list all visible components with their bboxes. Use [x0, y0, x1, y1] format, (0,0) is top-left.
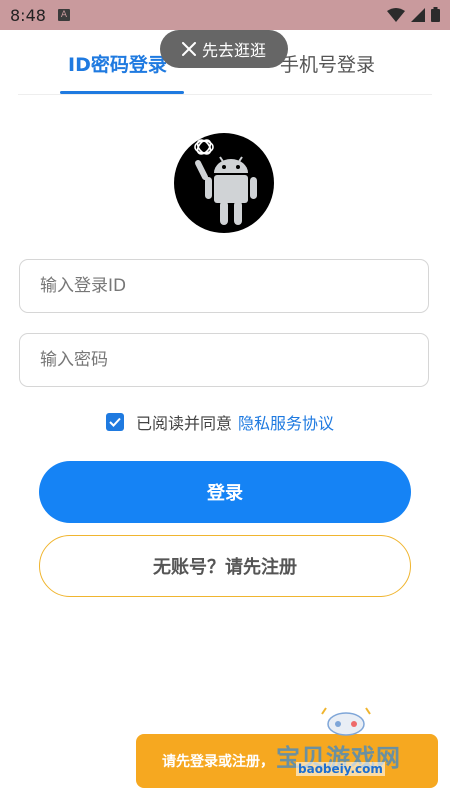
status-bar: 8:48 A	[0, 0, 450, 30]
tab-id-password-login[interactable]: ID密码登录	[68, 50, 167, 77]
battery-icon	[431, 7, 440, 22]
agreement-checkbox[interactable]	[106, 413, 124, 431]
close-icon	[181, 42, 196, 56]
password-field[interactable]	[19, 333, 429, 387]
tab-phone-login[interactable]: 手机号登录	[280, 50, 375, 77]
privacy-agreement-link[interactable]: 隐私服务协议	[238, 410, 334, 434]
password-input[interactable]	[20, 350, 428, 370]
agreement-row: 已阅读并同意 隐私服务协议	[106, 410, 334, 434]
android-robot-icon	[194, 139, 257, 225]
check-icon	[109, 417, 121, 427]
toast-label: 先去逛逛	[201, 41, 266, 60]
register-button[interactable]: 无账号？请先注册	[39, 535, 411, 597]
status-time: 8:48	[10, 6, 46, 25]
gamepad-logo	[321, 707, 371, 736]
login-button[interactable]: 登录	[39, 461, 411, 523]
login-id-input[interactable]	[20, 276, 428, 296]
agreement-text: 已阅读并同意	[136, 414, 233, 433]
wifi-icon	[387, 7, 405, 22]
system-icons	[387, 7, 440, 22]
banner-text: 请先登录或注册，	[162, 754, 274, 770]
app-notification-icon: A	[58, 9, 70, 21]
login-id-field[interactable]	[19, 259, 429, 313]
skip-toast-button[interactable]: 先去逛逛	[160, 30, 288, 68]
signal-icon	[411, 7, 425, 22]
watermark-url: baobeiy.com	[296, 762, 385, 776]
avatar	[174, 133, 274, 233]
active-tab-indicator	[60, 91, 184, 94]
